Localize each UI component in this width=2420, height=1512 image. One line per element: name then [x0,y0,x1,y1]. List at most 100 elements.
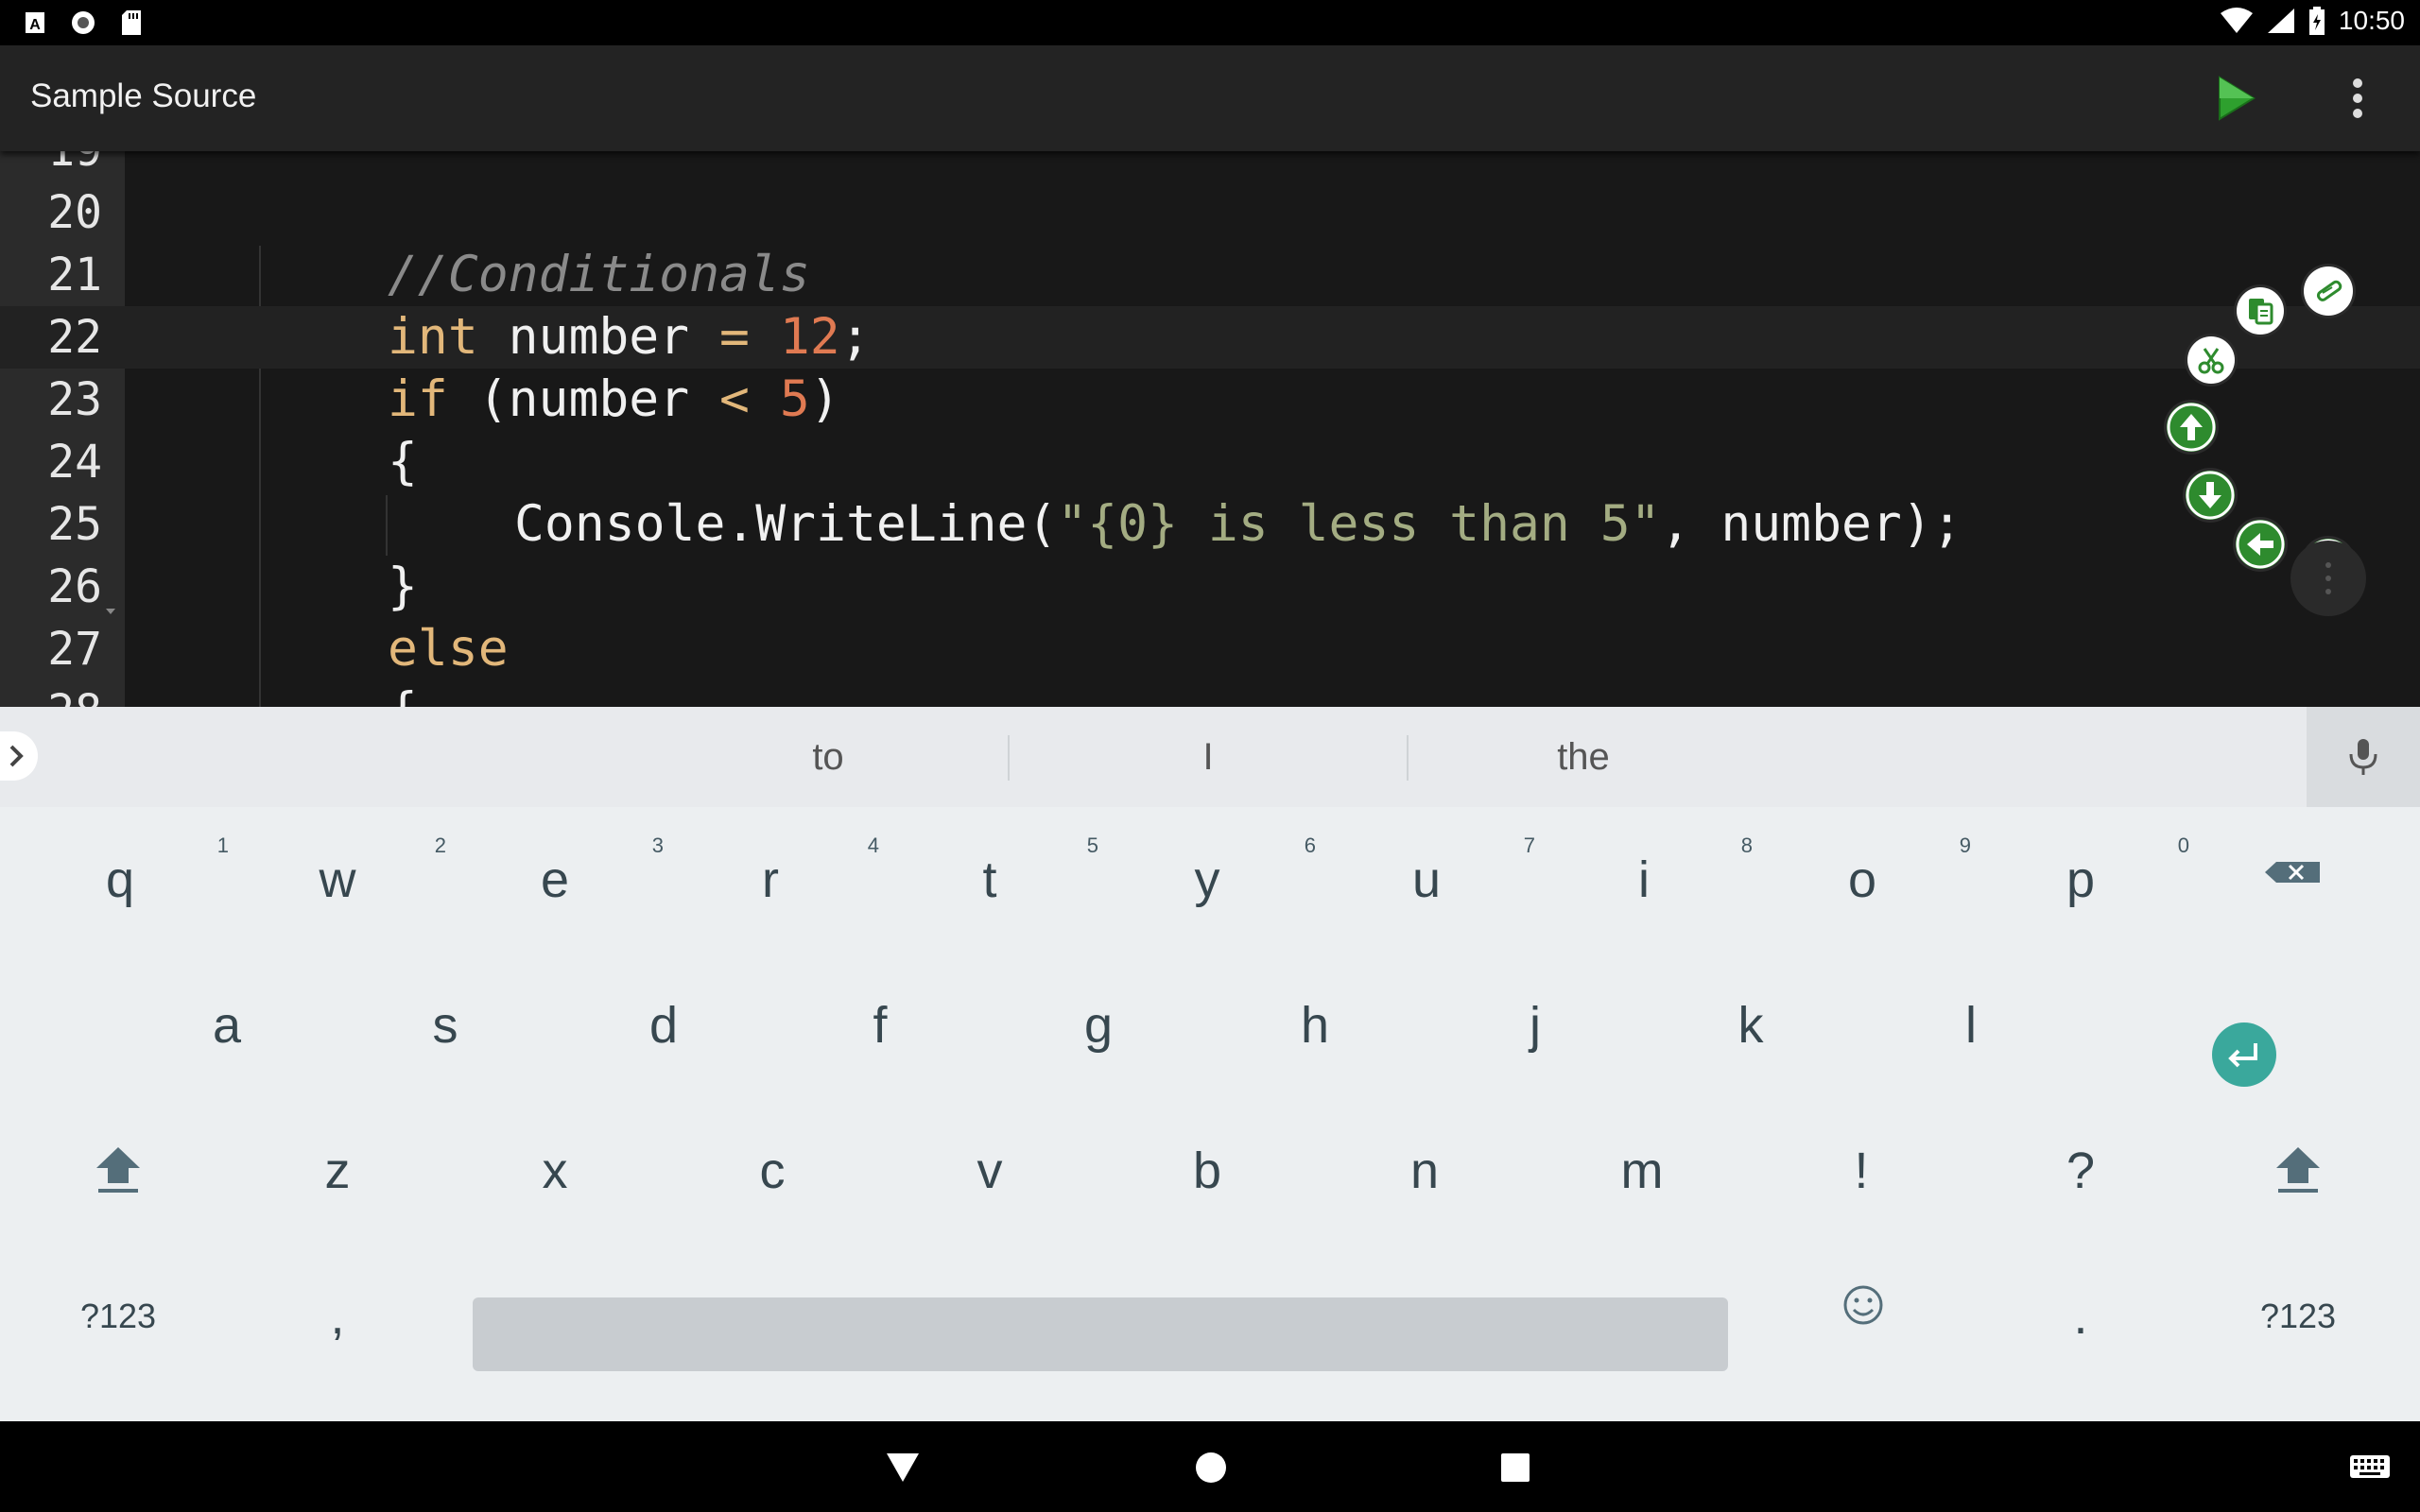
key-m[interactable]: m [1533,1098,1751,1244]
overflow-menu-button[interactable] [2339,74,2377,123]
key-comma[interactable]: , [229,1244,446,1389]
key-o[interactable]: o9 [1754,807,1971,953]
recents-square-icon [1501,1453,1530,1482]
cut-button[interactable] [2187,336,2235,384]
code-token: { [388,433,418,490]
key-y[interactable]: y6 [1098,807,1317,953]
key-e[interactable]: e3 [446,807,664,953]
key-l[interactable]: l [1862,953,2080,1098]
suggestion-item[interactable]: to [582,707,1074,807]
keyboard-icon [2350,1455,2390,1478]
key-char: q [105,851,135,908]
more-vertical-icon [2325,562,2331,594]
app-bar: Sample Source [0,45,2420,151]
symbols-key-right[interactable]: ?123 [2199,1244,2397,1389]
key-hint: 5 [1086,833,1098,857]
key-b[interactable]: b [1098,1098,1316,1244]
code-line: 25 Console.WriteLine("{0} is less than 5… [0,493,2420,556]
expand-toolbar-button[interactable] [0,731,38,781]
code-text: } [388,556,418,618]
code-text: //Conditionals [388,244,810,306]
home-button[interactable] [1187,1444,1235,1491]
code-number: 5 [779,370,810,428]
key-a[interactable]: a [118,953,336,1098]
key-h[interactable]: h [1206,953,1424,1098]
voice-input-button[interactable] [2307,707,2420,807]
move-up-button[interactable] [2167,403,2216,452]
key-hint: 9 [1959,833,1971,857]
key-u[interactable]: u7 [1318,807,1535,953]
keyboard-switch-button[interactable] [2348,1448,2392,1486]
run-icon [2219,76,2256,121]
emoji-key[interactable] [1754,1244,1972,1389]
key-i[interactable]: i8 [1535,807,1753,953]
key-char: e [540,851,570,908]
signal-icon [2267,9,2294,33]
shift-key-left[interactable] [19,1098,217,1244]
key-p[interactable]: p0 [1972,807,2189,953]
key-char: c [759,1143,786,1199]
key-g[interactable]: g [990,953,1207,1098]
paste-button[interactable] [2237,287,2284,335]
key-z[interactable]: z [229,1098,446,1244]
key-char: g [1083,997,1114,1054]
move-down-button[interactable] [2186,471,2235,520]
back-button[interactable] [879,1444,926,1491]
key-n[interactable]: n [1316,1098,1533,1244]
space-key[interactable] [473,1297,1728,1371]
line-number: 19 [0,151,102,181]
code-token: Console.WriteLine( [514,495,1058,553]
code-token: ) [809,370,840,428]
symbols-key-left[interactable]: ?123 [19,1244,217,1389]
key-r[interactable]: r4 [662,807,879,953]
key-t[interactable]: t5 [881,807,1098,953]
key-hint: 8 [1740,833,1753,857]
key-k[interactable]: k [1642,953,1859,1098]
key-period[interactable]: . [1972,1244,2189,1389]
key-char: r [762,851,779,908]
code-token: (number [447,370,720,428]
key-j[interactable]: j [1426,953,1644,1098]
circle-icon [72,11,95,34]
run-button[interactable] [2212,74,2259,123]
code-line-current: 22 int number = 12; [0,306,2420,369]
code-editor[interactable]: 19 20 21 //Conditionals 22 int number = … [0,151,2420,707]
key-char: s [432,997,458,1054]
key-exclamation[interactable]: ! [1753,1098,1970,1244]
code-line: 28 { [0,680,2420,707]
key-f[interactable]: f [771,953,989,1098]
key-v[interactable]: v [881,1098,1098,1244]
enter-key[interactable] [2212,1022,2276,1087]
floating-menu-button[interactable] [2290,541,2366,616]
home-circle-icon [1196,1452,1226,1483]
line-number: 26 [47,560,102,613]
magic-wand-button[interactable] [2304,266,2353,316]
code-operator: = [719,308,750,366]
key-char: i [1638,851,1650,908]
code-keyword: int [388,308,478,366]
move-left-button[interactable] [2236,520,2285,569]
code-operator: < [719,370,750,428]
shift-icon [96,1147,140,1193]
key-c[interactable]: c [664,1098,881,1244]
a-icon: A [26,12,44,33]
line-number: 23 [47,373,102,426]
shift-key-right[interactable] [2199,1098,2397,1244]
back-triangle-icon [887,1453,919,1482]
paste-icon [2249,299,2273,325]
key-x[interactable]: x [446,1098,664,1244]
suggestion-item[interactable]: I [1010,707,1407,807]
navigation-bar [0,1421,2420,1512]
key-hint: 6 [1304,833,1316,857]
key-q[interactable]: q1 [11,807,229,953]
magic-wand-icon [2316,280,2342,301]
key-d[interactable]: d [555,953,772,1098]
key-w[interactable]: w2 [229,807,447,953]
backspace-key[interactable] [2193,807,2401,953]
key-s[interactable]: s [337,953,554,1098]
suggestion-item[interactable]: the [1409,707,1758,807]
recents-button[interactable] [1492,1444,1539,1491]
key-question[interactable]: ? [1972,1098,2189,1244]
